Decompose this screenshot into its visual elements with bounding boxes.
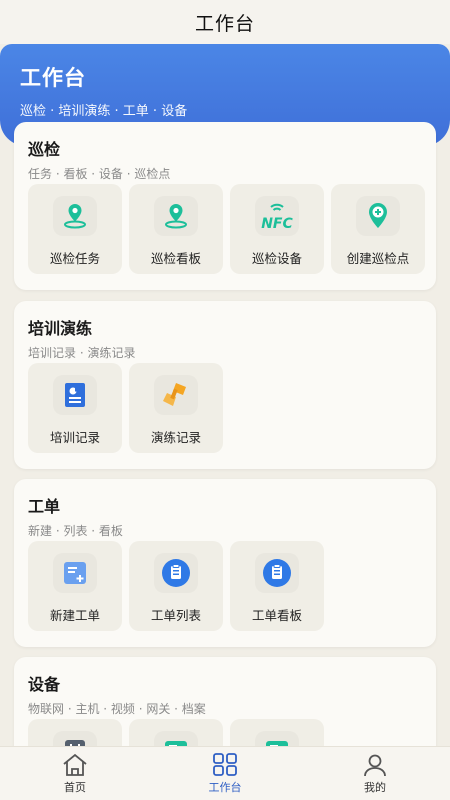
section-title: 培训演练 xyxy=(28,319,93,338)
tile-label: 巡检看板 xyxy=(150,251,201,266)
tile-label: 巡检任务 xyxy=(49,251,100,266)
grid-icon xyxy=(213,752,237,776)
tile-iot-device[interactable] xyxy=(28,719,122,746)
tile-label: 巡检设备 xyxy=(251,251,302,266)
top-bar: 工作台 xyxy=(0,0,450,44)
section-subtitle: 培训记录 · 演练记录 xyxy=(28,346,136,360)
section-title: 巡检 xyxy=(28,140,61,159)
patrol-task-icon xyxy=(53,196,97,236)
tile-order-board[interactable]: 工单看板 xyxy=(230,541,324,631)
tile-label: 新建工单 xyxy=(49,608,100,623)
tile-drill-record[interactable]: 演练记录 xyxy=(129,363,223,453)
host-device-icon xyxy=(154,731,198,746)
order-board-icon xyxy=(255,553,299,593)
tile-create-patrol-point[interactable]: 创建巡检点 xyxy=(331,184,425,274)
section-subtitle: 任务 · 看板 · 设备 · 巡检点 xyxy=(28,167,171,181)
tile-video-device[interactable] xyxy=(230,719,324,746)
content-scroll[interactable]: 巡检 任务 · 看板 · 设备 · 巡检点 巡检任务 巡检看板 NFC 巡检设备 xyxy=(0,122,450,746)
user-icon xyxy=(364,754,386,776)
new-order-icon xyxy=(53,553,97,593)
order-list-icon xyxy=(154,553,198,593)
iot-device-icon xyxy=(53,731,97,746)
section-work-order: 工单 新建 · 列表 · 看板 新建工单 工单列表 工单看板 xyxy=(14,479,436,647)
tile-new-order[interactable]: 新建工单 xyxy=(28,541,122,631)
section-title: 工单 xyxy=(28,497,61,516)
tile-label: 创建巡检点 xyxy=(346,251,410,266)
section-patrol: 巡检 任务 · 看板 · 设备 · 巡检点 巡检任务 巡检看板 NFC 巡检设备 xyxy=(14,122,436,290)
training-record-icon xyxy=(53,375,97,415)
tile-label: 工单列表 xyxy=(150,608,201,623)
page-title: 工作台 xyxy=(194,12,255,35)
tile-training-record[interactable]: 培训记录 xyxy=(28,363,122,453)
section-subtitle: 新建 · 列表 · 看板 xyxy=(28,524,123,538)
tile-patrol-board[interactable]: 巡检看板 xyxy=(129,184,223,274)
tab-label: 工作台 xyxy=(208,780,242,794)
hero-title: 工作台 xyxy=(20,66,86,90)
tab-home[interactable]: 首页 xyxy=(0,747,150,800)
tile-label: 演练记录 xyxy=(150,430,201,445)
section-training: 培训演练 培训记录 · 演练记录 培训记录 演练记录 xyxy=(14,301,436,469)
add-location-icon xyxy=(356,196,400,236)
tab-workbench[interactable]: 工作台 xyxy=(150,747,300,800)
bottom-tab-bar: 首页 工作台 我的 xyxy=(0,746,450,800)
tab-label: 我的 xyxy=(364,780,386,794)
drill-record-icon xyxy=(154,375,198,415)
tab-label: 首页 xyxy=(64,780,86,794)
hero-subtitle: 巡检 · 培训演练 · 工单 · 设备 xyxy=(20,104,188,119)
nfc-icon: NFC xyxy=(255,196,299,236)
section-device: 设备 物联网 · 主机 · 视频 · 网关 · 档案 xyxy=(14,657,436,746)
tile-host-device[interactable] xyxy=(129,719,223,746)
tile-label: 工单看板 xyxy=(251,608,302,623)
video-device-icon xyxy=(255,731,299,746)
patrol-board-icon xyxy=(154,196,198,236)
tab-mine[interactable]: 我的 xyxy=(300,747,450,800)
section-subtitle: 物联网 · 主机 · 视频 · 网关 · 档案 xyxy=(28,702,206,716)
section-title: 设备 xyxy=(28,675,61,694)
tile-patrol-task[interactable]: 巡检任务 xyxy=(28,184,122,274)
tile-order-list[interactable]: 工单列表 xyxy=(129,541,223,631)
tile-patrol-device[interactable]: NFC 巡检设备 xyxy=(230,184,324,274)
nfc-icon-text: NFC xyxy=(261,216,293,232)
home-icon xyxy=(63,753,87,776)
tile-label: 培训记录 xyxy=(49,430,100,445)
